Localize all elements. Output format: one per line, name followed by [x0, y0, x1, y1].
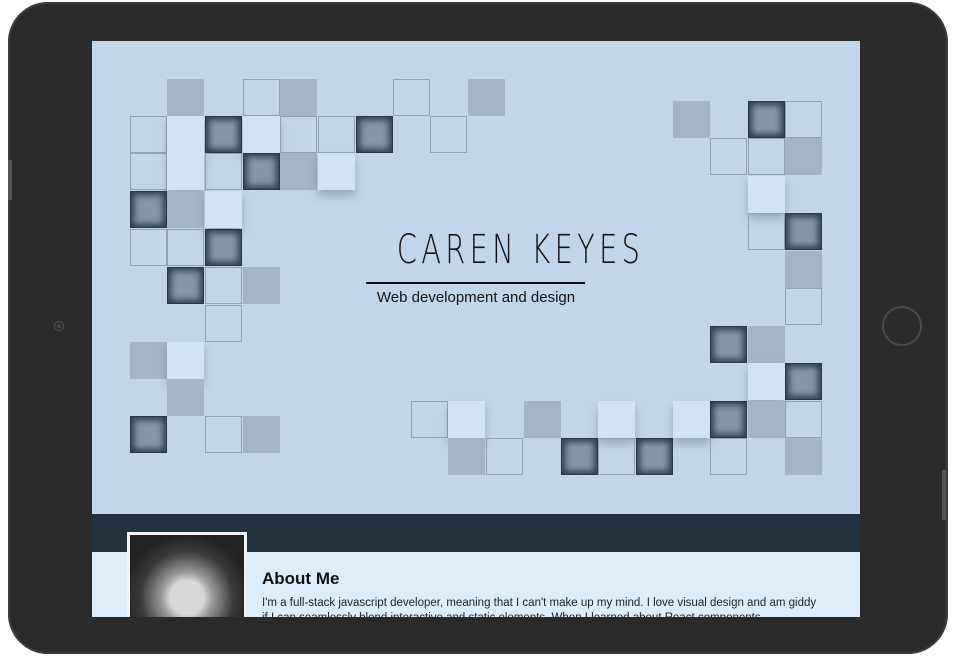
- decorative-tile: [205, 305, 242, 342]
- decorative-tile: [167, 79, 204, 116]
- decorative-tile: [448, 401, 485, 438]
- decorative-tile: [167, 153, 204, 190]
- decorative-tile: [167, 229, 204, 266]
- decorative-tile: [205, 191, 242, 228]
- decorative-tile: [167, 116, 204, 153]
- decorative-tile: [205, 116, 242, 153]
- home-button[interactable]: [882, 306, 922, 346]
- decorative-tile: [710, 326, 747, 363]
- decorative-tile: [748, 401, 785, 438]
- decorative-tile: [356, 116, 393, 153]
- decorative-tile: [430, 116, 467, 153]
- decorative-tile: [785, 138, 822, 175]
- decorative-tile: [243, 267, 280, 304]
- decorative-tile: [280, 153, 317, 190]
- decorative-tile: [748, 326, 785, 363]
- decorative-tile: [748, 176, 785, 213]
- decorative-tile: [468, 79, 505, 116]
- camera-icon: [54, 321, 64, 331]
- decorative-tile: [524, 401, 561, 438]
- decorative-tile: [785, 438, 822, 475]
- decorative-tile: [130, 416, 167, 453]
- decorative-tile: [130, 229, 167, 266]
- decorative-tile: [167, 267, 204, 304]
- decorative-tile: [561, 438, 598, 475]
- decorative-tile: [785, 401, 822, 438]
- profile-photo-image: [130, 535, 244, 617]
- decorative-tile: [393, 79, 430, 116]
- decorative-tile: [785, 288, 822, 325]
- about-text: I'm a full-stack javascript developer, m…: [262, 597, 817, 617]
- decorative-tile: [748, 101, 785, 138]
- site-tagline: Web development and design: [376, 289, 576, 306]
- decorative-tile: [710, 138, 747, 175]
- decorative-tile: [167, 191, 204, 228]
- decorative-tile: [710, 438, 747, 475]
- decorative-tile: [243, 79, 280, 116]
- tablet-side-button: [942, 470, 946, 520]
- decorative-tile: [673, 401, 710, 438]
- decorative-tile: [318, 153, 355, 190]
- tablet-side-button: [8, 160, 12, 200]
- decorative-tile: [785, 101, 822, 138]
- decorative-tile: [280, 116, 317, 153]
- decorative-tile: [130, 153, 167, 190]
- decorative-tile: [130, 191, 167, 228]
- decorative-tile: [411, 401, 448, 438]
- decorative-tile: [130, 342, 167, 379]
- decorative-tile: [205, 229, 242, 266]
- decorative-tile: [205, 267, 242, 304]
- screen: CAREN KEYES Web development and design A…: [92, 41, 860, 617]
- decorative-tile: [636, 438, 673, 475]
- decorative-tile: [598, 401, 635, 438]
- decorative-tile: [205, 153, 242, 190]
- decorative-tile: [598, 438, 635, 475]
- decorative-tile: [748, 213, 785, 250]
- decorative-tile: [243, 416, 280, 453]
- profile-photo: [127, 532, 247, 617]
- decorative-tile: [167, 342, 204, 379]
- site-title: CAREN KEYES: [396, 227, 645, 273]
- decorative-tile: [280, 79, 317, 116]
- decorative-tile: [785, 251, 822, 288]
- about-heading: About Me: [262, 569, 340, 588]
- decorative-tile: [785, 213, 822, 250]
- decorative-tile: [130, 116, 167, 153]
- decorative-tile: [167, 379, 204, 416]
- decorative-tile: [486, 438, 523, 475]
- title-underline: [366, 282, 585, 284]
- decorative-tile: [710, 401, 747, 438]
- decorative-tile: [785, 363, 822, 400]
- decorative-tile: [448, 438, 485, 475]
- decorative-tile: [748, 138, 785, 175]
- decorative-tile: [673, 101, 710, 138]
- decorative-tile: [205, 416, 242, 453]
- hero-section: CAREN KEYES Web development and design: [92, 41, 860, 514]
- decorative-tile: [243, 153, 280, 190]
- decorative-tile: [748, 363, 785, 400]
- decorative-tile: [318, 116, 355, 153]
- decorative-tile: [243, 116, 280, 153]
